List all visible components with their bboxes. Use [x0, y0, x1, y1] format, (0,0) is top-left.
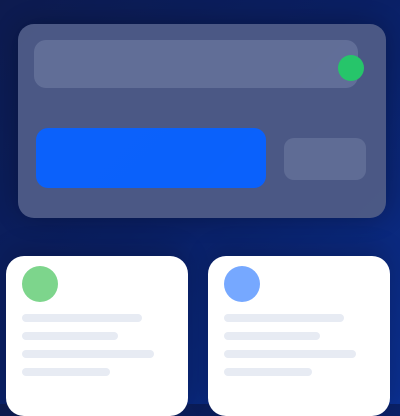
right-card-line — [224, 332, 320, 340]
panel-top-bar — [34, 40, 358, 88]
secondary-panel-chip — [284, 138, 366, 180]
screen: { "colors": { "status": "#27c96b", "prim… — [0, 0, 400, 416]
right-card-accent-icon — [224, 266, 260, 302]
left-card-line — [22, 368, 110, 376]
right-card-line — [224, 350, 356, 358]
right-card-line — [224, 368, 312, 376]
left-card-line — [22, 332, 118, 340]
left-card-accent-icon — [22, 266, 58, 302]
status-dot-icon — [338, 55, 364, 81]
left-card-line — [22, 350, 154, 358]
primary-action-button[interactable] — [36, 128, 266, 188]
left-card — [6, 256, 188, 416]
left-card-line — [22, 314, 142, 322]
dashboard-panel — [18, 24, 386, 218]
right-card — [208, 256, 390, 416]
right-card-line — [224, 314, 344, 322]
